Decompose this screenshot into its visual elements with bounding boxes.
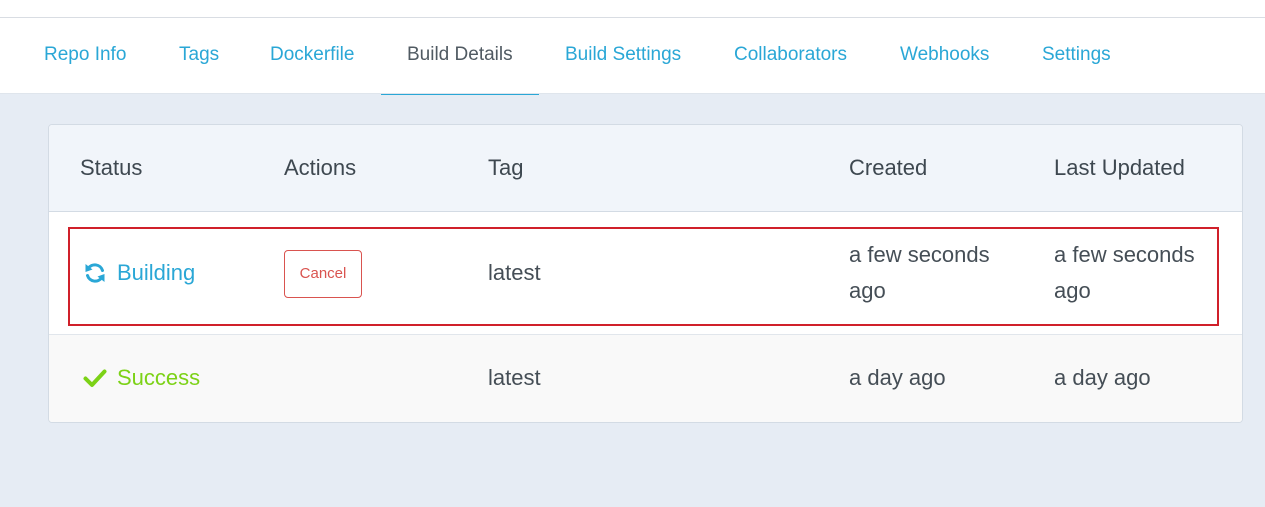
status-label: Success — [117, 365, 201, 390]
tab-tags[interactable]: Tags — [179, 18, 219, 94]
table-row: Success latest a day ago a day ago — [49, 335, 1242, 422]
build-details-table: Status Actions Tag Created Last Updated … — [48, 124, 1243, 423]
tag-value: latest — [488, 260, 541, 285]
created-value: a few seconds ago — [849, 242, 990, 303]
tab-dockerfile[interactable]: Dockerfile — [270, 18, 354, 94]
status-label: Building — [117, 260, 196, 285]
status-success[interactable]: Success — [83, 365, 200, 391]
last-updated-value: a day ago — [1054, 365, 1151, 390]
cancel-build-button[interactable]: Cancel — [284, 250, 362, 298]
header-actions: Actions — [284, 155, 357, 180]
tab-build-settings[interactable]: Build Settings — [565, 18, 681, 94]
header-status: Status — [80, 155, 143, 180]
status-building[interactable]: Building — [83, 260, 195, 286]
tab-collaborators[interactable]: Collaborators — [734, 18, 847, 94]
tag-value: latest — [488, 365, 541, 390]
check-icon — [83, 366, 107, 390]
header-created: Created — [849, 155, 928, 180]
table-header: Status Actions Tag Created Last Updated — [49, 125, 1242, 212]
repo-tab-bar: Repo Info Tags Dockerfile Build Details … — [0, 18, 1265, 95]
tab-build-details[interactable]: Build Details — [381, 18, 539, 95]
tab-repo-info[interactable]: Repo Info — [44, 18, 126, 94]
tab-webhooks[interactable]: Webhooks — [900, 18, 989, 94]
top-strip — [0, 0, 1265, 18]
tab-settings[interactable]: Settings — [1042, 18, 1111, 94]
header-last-updated: Last Updated — [1054, 155, 1185, 180]
header-tag: Tag — [488, 155, 524, 180]
created-value: a day ago — [849, 365, 946, 390]
last-updated-value: a few seconds ago — [1054, 242, 1195, 303]
refresh-icon — [83, 261, 107, 285]
table-row: Building Cancel latest a few seconds ago… — [49, 212, 1242, 335]
